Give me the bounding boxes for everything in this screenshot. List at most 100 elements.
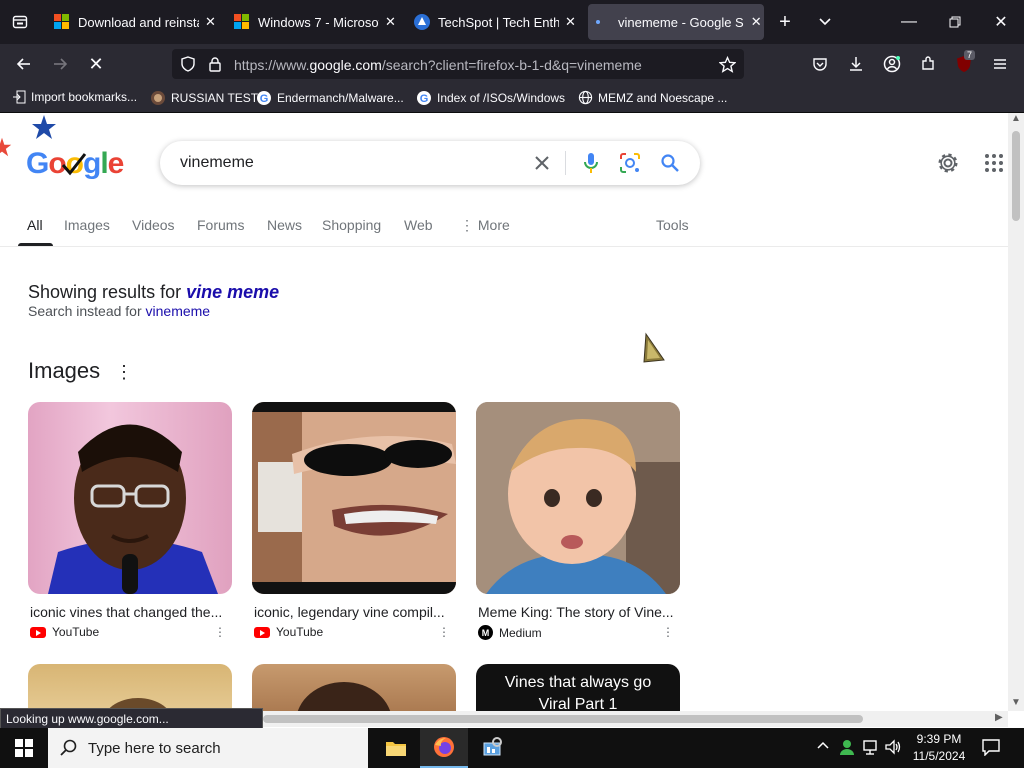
address-bar[interactable]: https://www.google.com/search?client=fir…	[172, 49, 744, 79]
lock-icon[interactable]	[207, 56, 223, 72]
bookmark-memz[interactable]: MEMZ and Noescape ...	[578, 90, 727, 105]
horizontal-scrollbar[interactable]: ▶	[263, 711, 1008, 727]
tab-videos[interactable]: Videos	[132, 217, 175, 233]
tab-vinememe-google[interactable]: vinememe - Google Se ✕	[588, 4, 764, 40]
image-result-thumbnail[interactable]	[28, 664, 232, 711]
stop-loading-button[interactable]: ✕	[82, 50, 110, 78]
tray-people[interactable]	[838, 738, 856, 761]
image-result-card[interactable]: Meme King: The story of Vine... M Medium…	[476, 402, 680, 640]
google-apps-button[interactable]	[984, 153, 1004, 178]
downloads-button[interactable]	[842, 50, 870, 78]
image-result-card[interactable]: iconic vines that changed the... YouTube…	[28, 402, 232, 639]
bookmark-index-isos[interactable]: G Index of /ISOs/Windows	[416, 90, 565, 106]
vertical-dots-icon[interactable]: ⋮	[214, 625, 226, 639]
firefox-view-button[interactable]	[6, 10, 34, 34]
result-thumbnail[interactable]	[476, 402, 680, 594]
close-tab-icon[interactable]: ✕	[203, 14, 218, 30]
vertical-scrollbar[interactable]: ▲ ▼	[1008, 113, 1024, 711]
taskbar-firefox[interactable]	[420, 728, 468, 768]
image-result-card[interactable]: iconic, legendary vine compil... YouTube…	[252, 402, 456, 639]
voice-search-button[interactable]	[579, 151, 603, 175]
scroll-up-arrow-icon[interactable]: ▲	[1011, 113, 1021, 124]
image-search-button[interactable]	[618, 151, 642, 175]
arrow-right-icon	[54, 58, 68, 70]
scroll-right-arrow-icon[interactable]: ▶	[995, 712, 1003, 723]
tab-forums[interactable]: Forums	[197, 217, 244, 233]
start-button[interactable]	[0, 728, 48, 768]
ublock-origin-button[interactable]: 7	[950, 50, 978, 78]
clock-time: 9:39 PM	[916, 732, 962, 746]
close-window-button[interactable]: ✕	[984, 8, 1018, 36]
clear-search-button[interactable]	[530, 151, 554, 175]
section-menu-button[interactable]: ⋮	[115, 362, 133, 383]
list-all-tabs-button[interactable]	[808, 8, 842, 36]
result-source[interactable]: YouTube ⋮	[30, 625, 232, 639]
result-title[interactable]: Meme King: The story of Vine...	[478, 604, 680, 620]
app-menu-button[interactable]	[986, 50, 1014, 78]
forward-button[interactable]	[46, 50, 74, 78]
search-input[interactable]: vinememe	[180, 154, 254, 172]
tab-download-reinstall[interactable]: Download and reinstall ✕	[48, 4, 218, 40]
tab-techspot[interactable]: TechSpot | Tech Enthusi ✕	[408, 4, 578, 40]
show-hidden-icons-button[interactable]	[816, 738, 830, 757]
speaker-icon	[885, 739, 901, 755]
vertical-dots-icon[interactable]: ⋮	[662, 625, 674, 639]
tab-shopping[interactable]: Shopping	[322, 217, 381, 233]
original-query-link[interactable]: vinememe	[146, 303, 211, 319]
search-box[interactable]: vinememe	[160, 141, 700, 185]
action-center-button[interactable]	[982, 738, 1000, 761]
search-button[interactable]	[658, 151, 682, 175]
tab-label: Windows 7 - Microsoft	[258, 14, 379, 30]
taskbar-control-panel[interactable]	[468, 728, 516, 768]
bookmark-import[interactable]: Import bookmarks...	[12, 90, 137, 104]
globe-icon	[578, 90, 593, 105]
settings-button[interactable]	[936, 151, 960, 180]
taskbar-file-explorer[interactable]	[372, 728, 420, 768]
result-source[interactable]: M Medium ⋮	[478, 625, 680, 640]
result-source[interactable]: YouTube ⋮	[254, 625, 456, 639]
taskbar-search-box[interactable]: Type here to search	[48, 728, 368, 768]
result-thumbnail[interactable]	[252, 402, 456, 594]
back-button[interactable]	[10, 50, 38, 78]
corrected-query-link[interactable]: vine meme	[186, 282, 279, 302]
google-logo[interactable]: Google	[26, 147, 124, 181]
tab-all[interactable]: All	[27, 217, 43, 233]
account-button[interactable]	[878, 50, 906, 78]
close-tab-icon[interactable]: ✕	[748, 14, 764, 30]
divider	[565, 151, 566, 175]
bookmark-russian-test[interactable]: RUSSIAN TEST	[150, 90, 258, 106]
image-result-thumbnail[interactable]	[252, 664, 456, 711]
taskbar-clock[interactable]: 9:39 PM 11/5/2024	[906, 731, 972, 765]
image-result-thumbnail[interactable]: Vines that always go Viral Part 1	[476, 664, 680, 711]
tab-news[interactable]: News	[267, 217, 302, 233]
tab-images[interactable]: Images	[64, 217, 110, 233]
bookmark-endermanch[interactable]: G Endermanch/Malware...	[256, 90, 404, 106]
result-title[interactable]: iconic vines that changed the...	[30, 604, 232, 620]
result-title[interactable]: iconic, legendary vine compil...	[254, 604, 456, 620]
scroll-down-arrow-icon[interactable]: ▼	[1011, 697, 1021, 708]
microsoft-logo-icon	[234, 14, 250, 30]
pocket-button[interactable]	[806, 50, 834, 78]
extensions-button[interactable]	[914, 50, 942, 78]
url-text[interactable]: https://www.google.com/search?client=fir…	[234, 57, 642, 73]
scrollbar-thumb[interactable]	[263, 715, 863, 723]
tools-button[interactable]: Tools	[656, 217, 689, 233]
microphone-icon	[584, 153, 598, 173]
tray-volume[interactable]	[884, 738, 902, 761]
minimize-button[interactable]: —	[892, 8, 926, 36]
close-tab-icon[interactable]: ✕	[383, 14, 398, 30]
svg-text:G: G	[420, 93, 429, 105]
star-icon[interactable]	[719, 56, 736, 73]
close-tab-icon[interactable]: ✕	[563, 14, 578, 30]
result-thumbnail[interactable]	[28, 402, 232, 594]
shield-icon[interactable]	[180, 56, 196, 72]
extension-badge: 7	[964, 50, 976, 60]
vertical-dots-icon[interactable]: ⋮	[438, 625, 450, 639]
tray-network[interactable]	[862, 738, 880, 761]
scrollbar-thumb[interactable]	[1012, 131, 1020, 221]
restore-button[interactable]	[938, 8, 972, 36]
tab-more[interactable]: ⋮ More	[460, 217, 510, 234]
new-tab-button[interactable]: +	[768, 8, 802, 36]
tab-web[interactable]: Web	[404, 217, 433, 233]
tab-windows-7[interactable]: Windows 7 - Microsoft ✕	[228, 4, 398, 40]
